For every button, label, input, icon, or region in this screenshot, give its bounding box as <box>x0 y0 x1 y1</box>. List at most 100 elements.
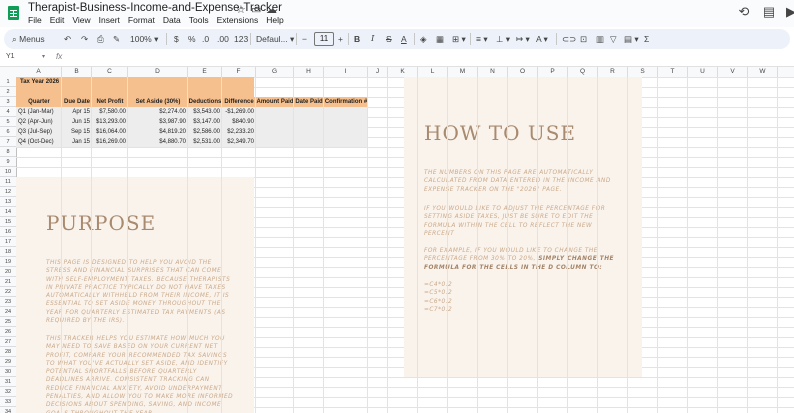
menu-help[interactable]: Help <box>266 15 283 27</box>
table-cell[interactable]: $16,064.00 <box>92 127 128 137</box>
tax-year-label[interactable]: Tax Year 2026 <box>16 77 254 87</box>
bold-button[interactable]: B <box>354 32 360 46</box>
decrease-decimal-button[interactable]: .0 <box>202 32 209 46</box>
row-header-17[interactable]: 17 <box>0 237 16 247</box>
undo-icon[interactable]: ↶ <box>64 32 71 46</box>
row-header-7[interactable]: 7 <box>0 137 16 147</box>
table-cell[interactable] <box>324 127 368 137</box>
increase-decimal-button[interactable]: .00 <box>217 32 229 46</box>
column-header-k[interactable]: K <box>388 67 418 77</box>
table-cell[interactable] <box>294 107 324 117</box>
insert-comment-icon[interactable]: ⊡ <box>580 32 587 46</box>
table-cell[interactable]: $3,987.90 <box>128 117 188 127</box>
text-rotation-icon[interactable]: A ▾ <box>536 32 548 46</box>
zoom-select[interactable]: 100% ▾ <box>130 32 158 46</box>
menu-format[interactable]: Format <box>128 15 155 27</box>
table-header-cell[interactable]: Confirmation # <box>324 97 368 107</box>
row-header-12[interactable]: 12 <box>0 187 16 197</box>
menu-view[interactable]: View <box>72 15 90 27</box>
row-header-10[interactable]: 10 <box>0 167 16 177</box>
strikethrough-button[interactable]: S <box>386 32 392 46</box>
search-menus-button[interactable]: ⌕ Menus <box>12 32 45 46</box>
column-header-u[interactable]: U <box>688 67 718 77</box>
table-cell[interactable] <box>324 117 368 127</box>
row-header-18[interactable]: 18 <box>0 247 16 257</box>
column-header-r[interactable]: R <box>598 67 628 77</box>
vertical-align-icon[interactable]: ⊥ ▾ <box>496 32 510 46</box>
meet-icon[interactable]: ▶ <box>784 5 794 19</box>
row-header-25[interactable]: 25 <box>0 317 16 327</box>
column-header-c[interactable]: C <box>92 67 128 77</box>
row-header-32[interactable]: 32 <box>0 387 16 397</box>
font-size-decrease-button[interactable]: − <box>302 32 307 46</box>
functions-icon[interactable]: Σ <box>644 32 649 46</box>
row-header-9[interactable]: 9 <box>0 157 16 167</box>
sheets-logo-icon[interactable] <box>8 6 19 20</box>
table-cell[interactable] <box>256 137 294 147</box>
table-cell[interactable]: $2,586.00 <box>188 127 222 137</box>
horizontal-align-icon[interactable]: ≡ ▾ <box>476 32 488 46</box>
row-header-16[interactable]: 16 <box>0 227 16 237</box>
menu-tools[interactable]: Tools <box>189 15 209 27</box>
table-header-cell[interactable]: Set Aside (30%) <box>128 97 188 107</box>
table-cell[interactable]: $13,293.00 <box>92 117 128 127</box>
row-header-28[interactable]: 28 <box>0 347 16 357</box>
column-header-h[interactable]: H <box>294 67 324 77</box>
table-header-cell[interactable]: Quarter <box>16 97 62 107</box>
row-header-13[interactable]: 13 <box>0 197 16 207</box>
table-cell[interactable] <box>294 117 324 127</box>
column-header-m[interactable]: M <box>448 67 478 77</box>
print-icon[interactable]: ⎙ <box>97 32 104 46</box>
column-header-q[interactable]: Q <box>568 67 598 77</box>
table-cell[interactable]: -$1,269.00 <box>222 107 256 117</box>
italic-button[interactable]: I <box>371 32 374 46</box>
table-header-cell[interactable]: Due Date <box>62 97 92 107</box>
redo-icon[interactable]: ↷ <box>81 32 88 46</box>
font-size-increase-button[interactable]: + <box>338 32 343 46</box>
table-cell[interactable]: $2,274.00 <box>128 107 188 117</box>
table-cell[interactable]: Jan 15 <box>62 137 92 147</box>
row-header-33[interactable]: 33 <box>0 397 16 407</box>
table-cell[interactable] <box>294 127 324 137</box>
table-cell[interactable]: $16,269.00 <box>92 137 128 147</box>
column-header-b[interactable]: B <box>62 67 92 77</box>
table-cell[interactable]: Sep 15 <box>62 127 92 137</box>
column-header-f[interactable]: F <box>222 67 256 77</box>
row-header-5[interactable]: 5 <box>0 117 16 127</box>
table-header-cell[interactable]: Net Profit <box>92 97 128 107</box>
table-cell[interactable]: $4,880.70 <box>128 137 188 147</box>
column-header-p[interactable]: P <box>538 67 568 77</box>
column-header-w[interactable]: W <box>748 67 778 77</box>
menu-file[interactable]: File <box>28 15 42 27</box>
more-formats-button[interactable]: 123 <box>234 32 248 46</box>
row-header-31[interactable]: 31 <box>0 377 16 387</box>
table-cell[interactable]: Apr 15 <box>62 107 92 117</box>
font-size-input[interactable]: 11 <box>314 32 334 46</box>
row-header-21[interactable]: 21 <box>0 277 16 287</box>
table-header-cell[interactable]: Difference <box>222 97 256 107</box>
text-wrap-icon[interactable]: ↦ ▾ <box>516 32 530 46</box>
cell-area[interactable]: Tax Year 2026 Quarter Due Date Net Profit S… <box>16 77 794 413</box>
table-cell[interactable]: $3,147.00 <box>188 117 222 127</box>
table-cell[interactable]: $3,543.00 <box>188 107 222 117</box>
column-header-t[interactable]: T <box>658 67 688 77</box>
column-header-j[interactable]: J <box>368 67 388 77</box>
column-header-a[interactable]: A <box>16 67 62 77</box>
table-cell[interactable]: $2,531.00 <box>188 137 222 147</box>
column-header-l[interactable]: L <box>418 67 448 77</box>
row-header-3[interactable]: 3 <box>0 97 16 107</box>
currency-format-button[interactable]: $ <box>174 32 179 46</box>
table-cell[interactable] <box>324 137 368 147</box>
menu-edit[interactable]: Edit <box>50 15 65 27</box>
table-cell[interactable]: $4,819.20 <box>128 127 188 137</box>
borders-icon[interactable]: ▦ <box>436 32 444 46</box>
text-color-button[interactable]: A <box>401 32 407 46</box>
row-header-6[interactable]: 6 <box>0 127 16 137</box>
column-header-s[interactable]: S <box>628 67 658 77</box>
filter-views-icon[interactable]: ▤ ▾ <box>624 32 639 46</box>
name-box-dropdown-icon[interactable]: ▾ <box>42 53 45 60</box>
row-header-20[interactable]: 20 <box>0 267 16 277</box>
row-header-29[interactable]: 29 <box>0 357 16 367</box>
table-cell[interactable]: $2,233.20 <box>222 127 256 137</box>
insert-chart-icon[interactable]: ▥ <box>596 32 604 46</box>
